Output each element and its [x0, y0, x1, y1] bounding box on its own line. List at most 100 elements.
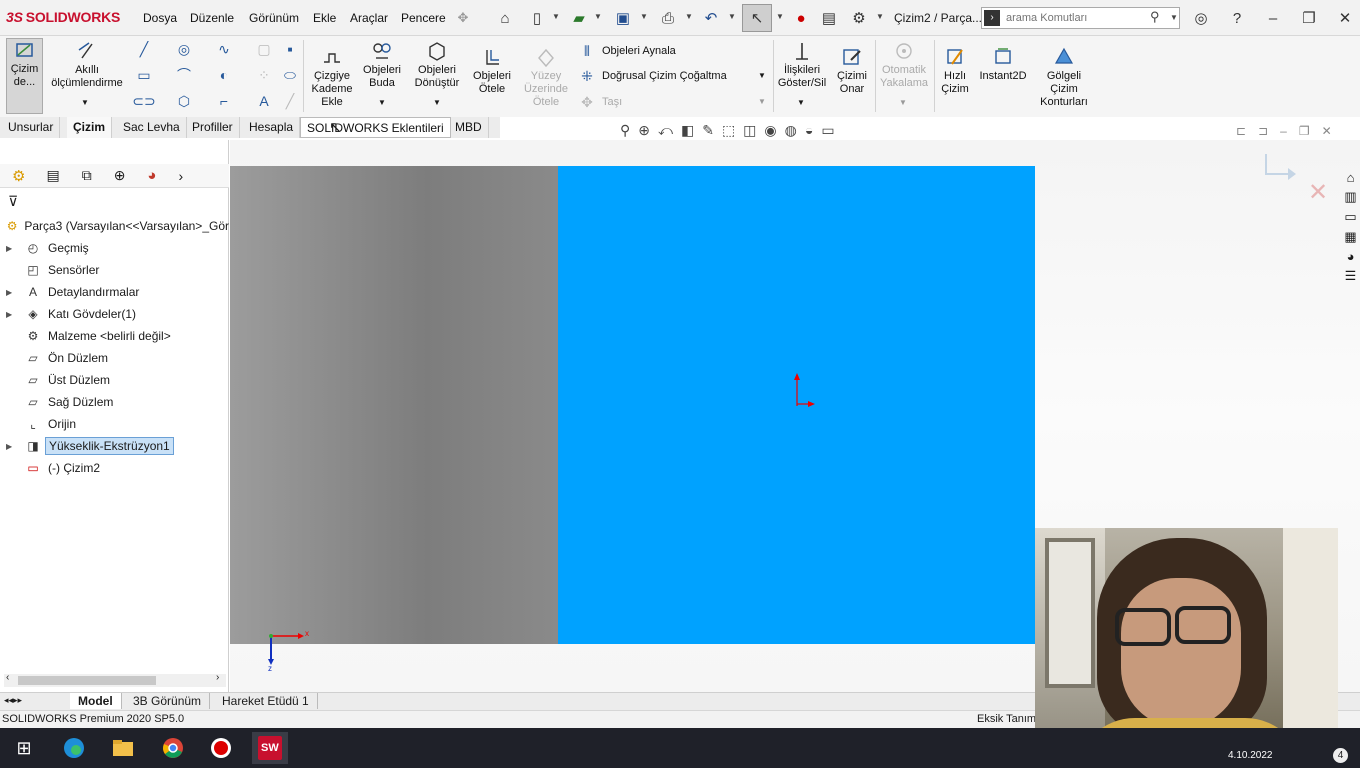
polygon-icon[interactable]: ⬡ [175, 92, 193, 110]
tab-solidworks-addins[interactable]: SOLIDWORKS Eklentileri [300, 117, 451, 138]
chrome-icon[interactable] [155, 732, 191, 764]
tree-item[interactable]: ⚙ Malzeme <belirli değil> [0, 325, 229, 347]
chevron-down-icon[interactable]: ▼ [685, 12, 693, 21]
point-pattern-icon[interactable]: ⁘ [255, 66, 273, 84]
previous-view-icon[interactable]: ⤺ [658, 122, 673, 139]
search-icon[interactable]: ⚲ [1150, 9, 1160, 25]
tab-3d-views[interactable]: 3B Görünüm [125, 693, 211, 709]
open-folder-icon[interactable]: ▰ [568, 8, 590, 28]
display-delete-relations-button[interactable]: İlişkileri Göster/Sil [776, 40, 828, 90]
chevron-down-icon[interactable]: ▼ [899, 98, 907, 107]
tab-model[interactable]: Model [70, 693, 122, 709]
arc-icon[interactable]: ⌒ [175, 66, 193, 84]
chevron-right-icon[interactable]: ▶ [6, 310, 18, 319]
repair-sketch-button[interactable]: Çizimi Onar [830, 46, 874, 96]
tab-motion-study[interactable]: Hareket Etüdü 1 [214, 693, 318, 709]
restore-icon[interactable]: ❐ [1299, 124, 1310, 138]
home-icon[interactable]: ⌂ [1347, 170, 1355, 185]
ellipse-outline-icon[interactable]: ⬭ [281, 66, 299, 84]
hide-show-items-icon[interactable]: ◉ [764, 122, 776, 139]
restore-icon[interactable]: ❐ [1298, 8, 1320, 28]
menu-file[interactable]: Dosya [143, 11, 177, 25]
pin-icon[interactable]: ✥ [452, 8, 474, 28]
tab-profiles[interactable]: Profiller [186, 117, 240, 138]
chevron-right-icon[interactable]: ▶ [6, 244, 18, 253]
close-icon[interactable]: ✕ [1334, 8, 1356, 28]
move-entities-button[interactable]: ✥ Taşı [578, 93, 622, 111]
tab-mbd[interactable]: MBD [449, 117, 489, 138]
instant2d-button[interactable]: Instant2D [976, 46, 1030, 83]
scrollbar-thumb[interactable] [18, 676, 156, 685]
tree-item[interactable]: ▱ Ön Düzlem [0, 347, 229, 369]
linear-pattern-button[interactable]: ⁜ Doğrusal Çizim Çoğaltma [578, 67, 727, 85]
tree-item[interactable]: ▭ (-) Çizim2 [0, 457, 229, 479]
circle-icon[interactable]: ◎ [175, 40, 193, 58]
sketch-plane-icon[interactable]: ▢ [255, 40, 273, 58]
tab-sketch[interactable]: Çizim [67, 117, 113, 138]
dimxpert-tab-icon[interactable]: ⊕ [114, 167, 126, 184]
file-properties-icon[interactable]: ▤ [818, 8, 840, 28]
smart-dimension-button[interactable]: Akıllı ölçümlendirme [46, 40, 128, 90]
mirror-entities-button[interactable]: ⫴ Objeleri Aynala [578, 42, 676, 60]
construction-icon[interactable]: ╱ [281, 92, 299, 110]
select-cursor-icon[interactable]: ↖ [742, 4, 772, 32]
chevron-down-icon[interactable]: ▼ [758, 97, 766, 106]
home-icon[interactable]: ⌂ [494, 8, 516, 28]
chevron-down-icon[interactable]: ▼ [433, 98, 441, 107]
part-side-face[interactable] [230, 166, 558, 644]
menu-view[interactable]: Görünüm [249, 11, 299, 25]
rapid-sketch-button[interactable]: Hızlı Çizim [936, 46, 974, 96]
shaded-sketch-contours-button[interactable]: Gölgeli Çizim Konturları [1034, 46, 1094, 109]
chevron-down-icon[interactable]: ▼ [552, 12, 560, 21]
collapse-left-icon[interactable]: ⊏ [1236, 124, 1246, 138]
chevron-right-icon[interactable]: ▶ [6, 288, 18, 297]
feature-manager-tab-icon[interactable]: ⚙ [12, 167, 25, 185]
section-view-icon[interactable]: ◧ [681, 122, 694, 139]
chevron-right-icon[interactable]: ▶ [6, 442, 18, 451]
new-document-icon[interactable]: ▯ [526, 8, 548, 28]
ellipse-icon[interactable]: ◐ [215, 66, 233, 84]
chevron-down-icon[interactable]: ▼ [1170, 13, 1178, 22]
chevron-left-icon[interactable]: ‹ [6, 672, 9, 683]
spline-icon[interactable]: ∿ [215, 40, 233, 58]
windows-start-icon[interactable]: ⊞ [6, 732, 42, 764]
slot-icon[interactable]: ⊂⊃ [132, 92, 155, 110]
configuration-manager-tab-icon[interactable]: ⧉ [82, 167, 92, 184]
command-search[interactable]: › ⚲ ▼ [981, 7, 1180, 29]
line-icon[interactable]: ╱ [135, 40, 153, 58]
chevron-down-icon[interactable]: ▼ [797, 98, 805, 107]
solidworks-logo[interactable]: 3S SOLIDWORKS [6, 9, 120, 25]
horizontal-scrollbar[interactable]: ‹ › [4, 672, 226, 687]
confirmation-corner-ok-icon[interactable] [1262, 150, 1312, 190]
edit-appearance-icon[interactable]: ◍ [785, 122, 797, 139]
apply-scene-icon[interactable]: ◒ [805, 122, 813, 139]
rectangle-icon[interactable]: ▭ [135, 66, 153, 84]
menu-tools[interactable]: Araçlar [350, 11, 388, 25]
menu-insert[interactable]: Ekle [313, 11, 336, 25]
file-explorer-icon[interactable]: ▭ [1344, 209, 1356, 225]
rebuild-traffic-light-icon[interactable]: ● [790, 8, 812, 28]
tree-item[interactable]: ◰ Sensörler [0, 259, 229, 281]
menu-edit[interactable]: Düzenle [190, 11, 234, 25]
tab-sheet-metal[interactable]: Sac Levha [117, 117, 187, 138]
undo-icon[interactable]: ↶ [700, 8, 722, 28]
tree-item[interactable]: ▱ Sağ Düzlem [0, 391, 229, 413]
filter-icon[interactable]: ⊽ [8, 193, 18, 210]
display-style-icon[interactable]: ◫ [743, 122, 756, 139]
chevron-right-icon[interactable]: › [216, 672, 219, 683]
point-icon[interactable]: ■ [281, 40, 299, 58]
tree-item[interactable]: ▶ A Detaylandırmalar [0, 281, 229, 303]
sketch-button[interactable]: Çizim de... [6, 38, 43, 114]
view-palette-icon[interactable]: ▦ [1344, 229, 1356, 245]
offset-on-surface-button[interactable]: Yüzey Üzerinde Ötele [520, 46, 572, 109]
collapse-right-icon[interactable]: ⊐ [1258, 124, 1268, 138]
chevron-down-icon[interactable]: ▼ [594, 12, 602, 21]
tab-scroll-icon[interactable]: ◂◂▸▸ [4, 695, 22, 706]
tab-features[interactable]: Unsurlar [2, 117, 61, 138]
zoom-to-area-icon[interactable]: ⊕ [638, 122, 650, 139]
appearances-icon[interactable]: ◕ [1347, 249, 1355, 264]
tree-item[interactable]: ⌞ Orijin [0, 413, 229, 435]
chevron-down-icon[interactable]: ▼ [758, 71, 766, 80]
tree-item[interactable]: ▶ ◨ Yükseklik-Ekstrüzyon1 [0, 435, 229, 457]
chevron-down-icon[interactable]: ▼ [640, 12, 648, 21]
